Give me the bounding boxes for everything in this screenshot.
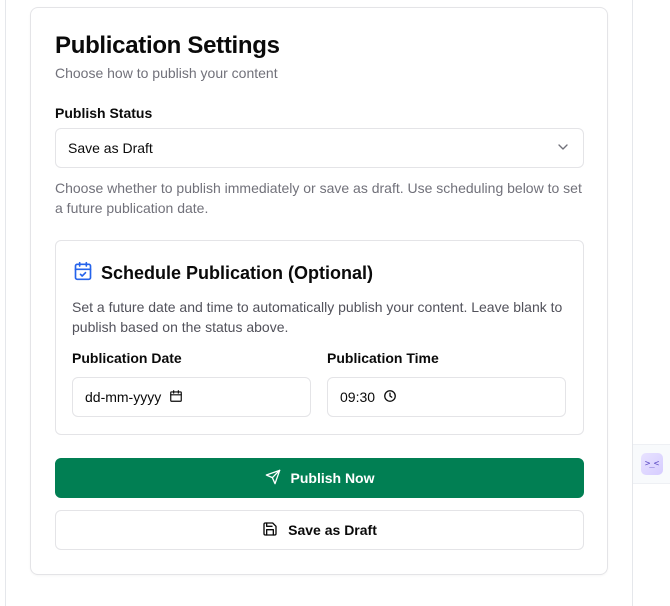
publication-time-value: 09:30 (340, 389, 376, 405)
publication-time-label: Publication Time (327, 350, 439, 366)
schedule-description: Set a future date and time to automatica… (72, 299, 563, 335)
card-subtitle: Choose how to publish your content (55, 65, 278, 81)
publish-status-value: Save as Draft (68, 140, 153, 156)
publication-date-input[interactable]: dd-mm-yyyy (72, 377, 311, 417)
schedule-title: Schedule Publication (Optional) (101, 263, 374, 283)
chevron-down-icon (555, 139, 571, 158)
save-icon (262, 521, 278, 540)
publication-settings-card: Publication Settings Choose how to publi… (30, 7, 608, 575)
publication-date-value: dd-mm-yyyy (85, 389, 162, 405)
assistant-icon: >_< (640, 453, 663, 475)
clock-icon[interactable] (383, 389, 397, 406)
publish-status-label: Publish Status (55, 105, 153, 121)
save-as-draft-button[interactable]: Save as Draft (55, 510, 584, 550)
calendar-check-icon (73, 261, 93, 286)
publish-now-button[interactable]: Publish Now (55, 458, 584, 498)
side-widget-button[interactable]: >_< (633, 444, 670, 484)
schedule-section: Schedule Publication (Optional) Set a fu… (55, 240, 584, 435)
calendar-icon[interactable] (169, 389, 183, 406)
publish-status-select[interactable]: Save as Draft (55, 128, 584, 168)
publication-date-label: Publication Date (72, 350, 182, 366)
publish-status-help: Choose whether to publish immediately or… (55, 180, 582, 216)
card-title: Publication Settings (55, 32, 280, 59)
publication-time-input[interactable]: 09:30 (327, 377, 566, 417)
publish-now-label: Publish Now (290, 470, 375, 486)
save-as-draft-label: Save as Draft (288, 522, 377, 538)
send-icon (265, 469, 281, 488)
schedule-header: Schedule Publication (Optional) (73, 261, 373, 286)
